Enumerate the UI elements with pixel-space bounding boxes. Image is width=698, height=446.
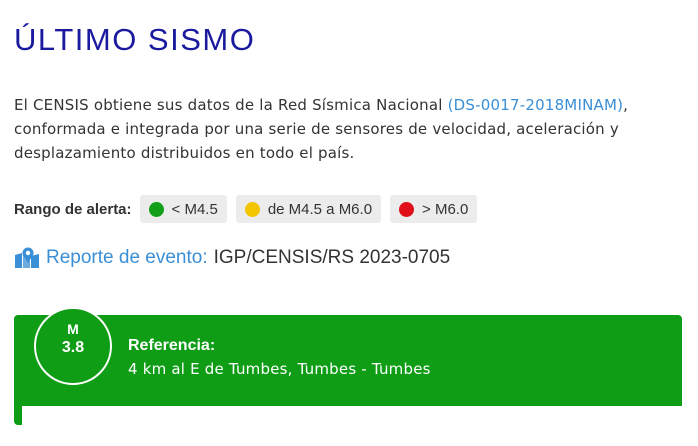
page-title: ÚLTIMO SISMO xyxy=(14,22,256,57)
alert-chip-medium: de M4.5 a M6.0 xyxy=(235,195,382,223)
alert-chip-low: < M4.5 xyxy=(139,195,227,223)
red-dot-icon xyxy=(399,201,415,217)
map-marker-icon xyxy=(14,247,40,269)
alert-chip-low-label: < M4.5 xyxy=(171,200,218,218)
reference-text: 4 km al E de Tumbes, Tumbes - Tumbes xyxy=(128,360,431,378)
magnitude-badge: M 3.8 xyxy=(34,307,112,385)
event-report[interactable]: Reporte de evento: IGP/CENSIS/RS 2023-07… xyxy=(14,247,450,269)
magnitude-value: 3.8 xyxy=(61,339,85,356)
alert-chip-high-label: > M6.0 xyxy=(422,200,469,218)
magnitude-label: M xyxy=(67,321,79,337)
description-text-start: El CENSIS obtiene sus datos de la Red Sí… xyxy=(14,96,448,114)
earthquake-card[interactable]: M 3.8 Referencia: 4 km al E de Tumbes, T… xyxy=(14,307,682,446)
alert-range: Rango de alerta: < M4.5 de M4.5 a M6.0 >… xyxy=(14,195,486,223)
alert-range-label: Rango de alerta: xyxy=(14,200,132,218)
report-code: IGP/CENSIS/RS 2023-0705 xyxy=(213,247,451,268)
decree-link[interactable]: (DS-0017-2018MINAM) xyxy=(448,96,624,114)
reference-title: Referencia: xyxy=(128,337,216,354)
description: El CENSIS obtiene sus datos de la Red Sí… xyxy=(14,93,684,165)
alert-chip-medium-label: de M4.5 a M6.0 xyxy=(267,200,373,218)
alert-chip-high: > M6.0 xyxy=(390,195,478,223)
green-dot-icon xyxy=(148,201,164,217)
report-label: Reporte de evento: xyxy=(46,247,208,268)
yellow-dot-icon xyxy=(244,201,260,217)
card-body xyxy=(22,406,682,446)
